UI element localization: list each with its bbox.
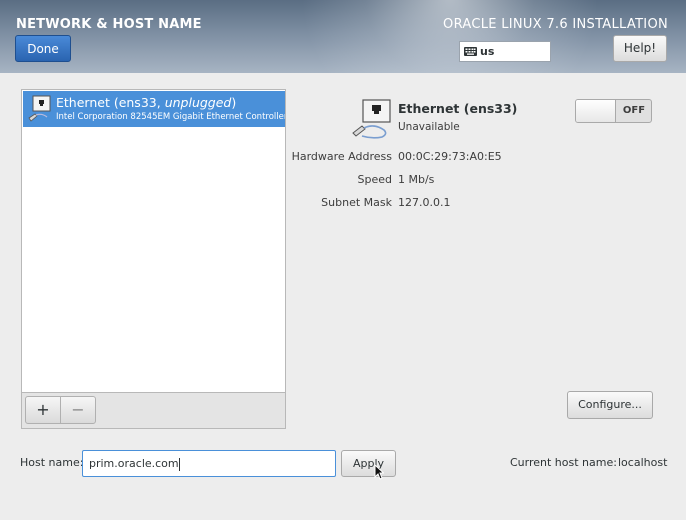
hardware-address-label: Hardware Address bbox=[291, 150, 392, 163]
list-item[interactable]: Ethernet (ens33, unplugged) Intel Corpor… bbox=[23, 91, 285, 127]
device-list-toolbar: + − bbox=[21, 393, 286, 429]
host-name-label: Host name: bbox=[20, 456, 84, 469]
apply-button[interactable]: Apply bbox=[341, 450, 396, 477]
current-host-name-label: Current host name: bbox=[510, 456, 617, 469]
subnet-mask-label: Subnet Mask bbox=[321, 196, 392, 209]
remove-device-button[interactable]: − bbox=[60, 396, 96, 424]
current-host-name-value: localhost bbox=[618, 456, 668, 469]
toggle-knob[interactable] bbox=[576, 100, 616, 122]
done-button[interactable]: Done bbox=[15, 35, 71, 62]
device-name: Ethernet (ens33, unplugged) bbox=[56, 95, 237, 110]
device-description: Intel Corporation 82545EM Gigabit Ethern… bbox=[56, 112, 285, 122]
connection-toggle[interactable]: OFF bbox=[575, 99, 652, 123]
device-list[interactable]: Ethernet (ens33, unplugged) Intel Corpor… bbox=[21, 89, 286, 393]
install-title: ORACLE LINUX 7.6 INSTALLATION bbox=[443, 17, 668, 32]
add-device-button[interactable]: + bbox=[25, 396, 61, 424]
keyboard-icon bbox=[464, 43, 477, 62]
keyboard-layout-indicator[interactable]: us bbox=[459, 41, 551, 62]
header-bar: NETWORK & HOST NAME Done ORACLE LINUX 7.… bbox=[0, 0, 686, 73]
configure-button[interactable]: Configure... bbox=[567, 391, 653, 419]
host-name-value: prim.oracle.com bbox=[89, 457, 179, 470]
device-status: Unavailable bbox=[398, 121, 460, 133]
device-detail-name: Ethernet (ens33) bbox=[398, 101, 518, 116]
page-title: NETWORK & HOST NAME bbox=[16, 17, 202, 32]
text-caret bbox=[178, 457, 180, 471]
ethernet-icon bbox=[27, 95, 53, 127]
mouse-pointer-icon bbox=[374, 463, 385, 484]
ethernet-icon bbox=[352, 99, 392, 143]
speed-label: Speed bbox=[357, 173, 392, 186]
help-button[interactable]: Help! bbox=[613, 35, 667, 62]
host-name-input[interactable]: prim.oracle.com bbox=[82, 450, 336, 477]
keyboard-layout-label: us bbox=[480, 45, 495, 58]
toggle-state-label: OFF bbox=[622, 105, 646, 116]
subnet-mask-value: 127.0.0.1 bbox=[398, 196, 451, 209]
hardware-address-value: 00:0C:29:73:A0:E5 bbox=[398, 150, 502, 163]
speed-value: 1 Mb/s bbox=[398, 173, 435, 186]
